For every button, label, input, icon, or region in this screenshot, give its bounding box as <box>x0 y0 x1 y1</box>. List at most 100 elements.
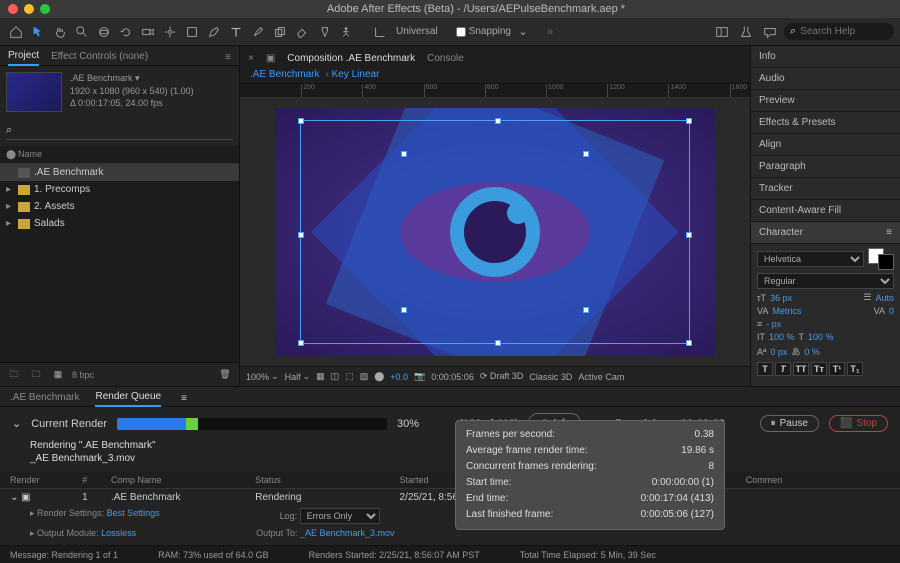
color-mgmt-icon[interactable]: ⬤ <box>374 371 384 382</box>
expand-arrow-icon[interactable]: ⌄ <box>12 417 21 430</box>
panel-preview[interactable]: Preview <box>751 90 900 112</box>
brush-tool-icon[interactable] <box>248 22 268 42</box>
font-family-dropdown[interactable]: Helvetica <box>757 251 864 267</box>
trash-icon[interactable]: 🗑 <box>217 367 233 383</box>
draft-3d-toggle[interactable]: ⟳ Draft 3D <box>480 371 524 382</box>
snapshot-icon[interactable]: 📷 <box>414 371 425 382</box>
stop-button[interactable]: ⬛ Stop <box>829 415 888 432</box>
project-item-assets[interactable]: ▸2. Assets <box>0 198 239 215</box>
panel-content-aware[interactable]: Content-Aware Fill <box>751 200 900 222</box>
color-swatches[interactable] <box>868 248 894 270</box>
panel-menu-icon[interactable]: ≡ <box>225 52 231 63</box>
search-help-input[interactable] <box>800 26 888 37</box>
tab-console[interactable]: Console <box>427 53 464 64</box>
crumb-current[interactable]: Key Linear <box>325 69 379 80</box>
tab-composition[interactable]: Composition .AE Benchmark <box>287 53 415 64</box>
anchor-tool-icon[interactable] <box>160 22 180 42</box>
tab-project[interactable]: Project <box>8 50 39 66</box>
kerning-input[interactable]: Metrics <box>772 306 801 316</box>
panel-audio[interactable]: Audio <box>751 68 900 90</box>
rotation-tool-icon[interactable] <box>116 22 136 42</box>
hscale-input[interactable]: 100 % <box>808 332 834 342</box>
project-item-precomps[interactable]: ▸1. Precomps <box>0 181 239 198</box>
panel-effects-presets[interactable]: Effects & Presets <box>751 112 900 134</box>
snap-options-icon[interactable]: ⌄ <box>513 22 533 42</box>
clone-tool-icon[interactable] <box>270 22 290 42</box>
render-settings-link[interactable]: Best Settings <box>107 508 160 518</box>
column-name[interactable]: Name <box>18 149 42 160</box>
new-folder-icon[interactable]: 🗀 <box>28 367 44 383</box>
comp-lock-icon[interactable]: × <box>248 53 254 64</box>
project-item-salads[interactable]: ▸Salads <box>0 215 239 232</box>
close-window-icon[interactable] <box>8 4 18 14</box>
font-size-input[interactable]: 36 px <box>770 293 792 303</box>
tsume-input[interactable]: 0 % <box>804 347 820 357</box>
panel-tracker[interactable]: Tracker <box>751 178 900 200</box>
maximize-window-icon[interactable] <box>40 4 50 14</box>
orbit-tool-icon[interactable] <box>94 22 114 42</box>
smallcaps-button[interactable]: Tᴛ <box>811 362 827 376</box>
composition-viewport[interactable] <box>240 98 750 366</box>
stroke-input[interactable]: - px <box>766 319 781 329</box>
vscale-input[interactable]: 100 % <box>769 332 795 342</box>
superscript-button[interactable]: T¹ <box>829 362 845 376</box>
queue-row[interactable]: ⌄ ▣ 1 .AE Benchmark Rendering 2/25/21, 8… <box>0 489 900 506</box>
preview-time[interactable]: 0:00:05:06 <box>431 372 474 382</box>
subscript-button[interactable]: T₁ <box>847 362 863 376</box>
minimize-window-icon[interactable] <box>24 4 34 14</box>
font-weight-dropdown[interactable]: Regular <box>757 273 894 289</box>
workspace-switcher-icon[interactable] <box>712 22 732 42</box>
output-to-link[interactable]: _AE Benchmark_3.mov <box>300 528 395 538</box>
baseline-input[interactable]: 0 px <box>770 347 787 357</box>
selection-tool-icon[interactable] <box>28 22 48 42</box>
grid-icon[interactable]: ▦ <box>316 371 325 382</box>
renderer-dropdown[interactable]: Classic 3D <box>529 372 572 382</box>
puppet-tool-icon[interactable] <box>336 22 356 42</box>
status-elapsed: Total Time Elapsed: 5 Min, 39 Sec <box>520 550 656 560</box>
mask-icon[interactable]: ◫ <box>331 371 340 382</box>
zoom-tool-icon[interactable] <box>72 22 92 42</box>
tab-render-queue[interactable]: Render Queue <box>95 391 161 407</box>
eraser-tool-icon[interactable] <box>292 22 312 42</box>
axis-mode-label: Universal <box>396 26 438 37</box>
transparency-icon[interactable]: ▨ <box>360 371 369 382</box>
pause-button[interactable]: ⏸ Pause <box>760 415 819 432</box>
review-icon[interactable] <box>760 22 780 42</box>
tab-timeline-comp[interactable]: .AE Benchmark <box>10 392 79 406</box>
camera-dropdown[interactable]: Active Cam <box>578 372 624 382</box>
snapping-checkbox[interactable]: Snapping <box>456 26 511 37</box>
selection-bounds[interactable] <box>300 120 690 344</box>
beaker-icon[interactable] <box>736 22 756 42</box>
interpret-footage-icon[interactable]: 🗀 <box>6 367 22 383</box>
crumb-root[interactable]: .AE Benchmark <box>250 69 319 80</box>
project-search-input[interactable] <box>16 125 233 136</box>
bold-button[interactable]: T <box>757 362 773 376</box>
text-tool-icon[interactable] <box>226 22 246 42</box>
italic-button[interactable]: T <box>775 362 791 376</box>
shape-tool-icon[interactable] <box>182 22 202 42</box>
project-item-ae-benchmark[interactable]: .AE Benchmark <box>0 164 239 181</box>
tab-effect-controls[interactable]: Effect Controls (none) <box>51 51 148 65</box>
local-axis-icon[interactable] <box>370 22 390 42</box>
panel-menu-icon[interactable]: ≡ <box>886 227 892 238</box>
panel-align[interactable]: Align <box>751 134 900 156</box>
zoom-dropdown[interactable]: 100% ⌄ <box>246 371 279 382</box>
tracking-input[interactable]: 0 <box>889 306 894 316</box>
region-icon[interactable]: ⬚ <box>345 371 354 382</box>
allcaps-button[interactable]: TT <box>793 362 809 376</box>
panel-menu-icon[interactable]: ≡ <box>181 393 187 404</box>
roto-tool-icon[interactable] <box>314 22 334 42</box>
home-icon[interactable] <box>6 22 26 42</box>
leading-input[interactable]: Auto <box>875 293 894 303</box>
bit-depth[interactable]: 8 bpc <box>72 370 94 380</box>
new-comp-icon[interactable]: ▦ <box>50 367 66 383</box>
output-module-link[interactable]: Lossless <box>101 528 136 538</box>
panel-paragraph[interactable]: Paragraph <box>751 156 900 178</box>
log-dropdown[interactable]: Errors Only <box>300 508 380 524</box>
pen-tool-icon[interactable] <box>204 22 224 42</box>
camera-tool-icon[interactable] <box>138 22 158 42</box>
resolution-dropdown[interactable]: Half ⌄ <box>285 371 311 382</box>
exposure-value[interactable]: +0.0 <box>390 372 408 382</box>
panel-info[interactable]: Info <box>751 46 900 68</box>
hand-tool-icon[interactable] <box>50 22 70 42</box>
